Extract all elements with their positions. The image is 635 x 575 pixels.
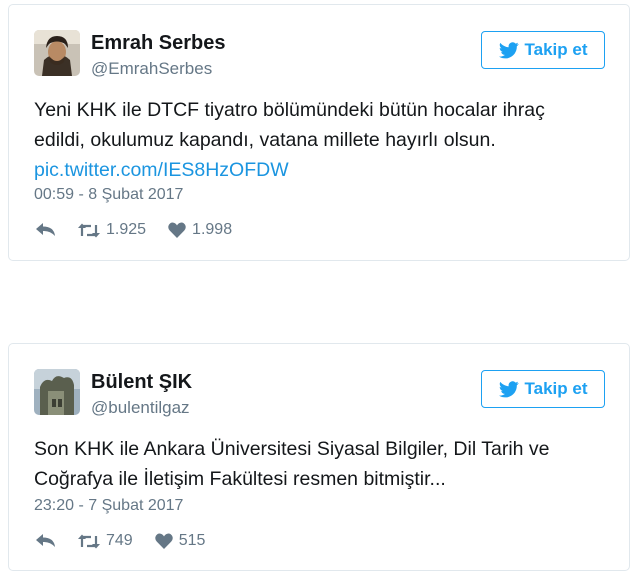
follow-button[interactable]: Takip et <box>481 370 605 408</box>
follow-label: Takip et <box>524 379 588 398</box>
tweet-card[interactable]: Bülent ŞIK @bulentilgaz Takip et Son KHK… <box>8 343 630 571</box>
retweet-button[interactable]: 1.925 <box>78 221 146 239</box>
user-handle[interactable]: @EmrahSerbes <box>91 59 212 79</box>
follow-button[interactable]: Takip et <box>481 31 605 69</box>
reply-icon <box>36 223 55 236</box>
retweet-icon <box>78 223 100 237</box>
display-name[interactable]: Emrah Serbes <box>91 32 226 55</box>
reply-icon <box>36 534 55 547</box>
like-button[interactable]: 515 <box>154 532 206 550</box>
follow-label: Takip et <box>524 40 588 59</box>
tweet-timestamp[interactable]: 00:59 - 8 Şubat 2017 <box>34 186 183 204</box>
heart-icon <box>154 533 173 549</box>
retweet-icon <box>78 534 100 548</box>
tweet-text-line: edildi, okulumuz kapandı, vatana millete… <box>34 129 496 151</box>
retweet-button[interactable]: 749 <box>78 532 133 550</box>
twitter-bird-icon <box>498 380 519 397</box>
tweet-timestamp[interactable]: 23:20 - 7 Şubat 2017 <box>34 497 183 515</box>
tweet-text-line: Yeni KHK ile DTCF tiyatro bölümündeki bü… <box>34 99 545 121</box>
tweet-text: Yeni KHK ile DTCF tiyatro bölümündeki bü… <box>34 95 604 185</box>
tweet-text-line: Coğrafya ile İletişim Fakültesi resmen b… <box>34 468 446 490</box>
tweet-card[interactable]: Emrah Serbes @EmrahSerbes Takip et Yeni … <box>8 4 630 261</box>
twitter-bird-icon <box>498 41 519 58</box>
avatar[interactable] <box>34 369 80 415</box>
reply-button[interactable] <box>36 223 56 237</box>
tweet-actions: 749 515 <box>36 532 227 550</box>
heart-icon <box>168 222 186 238</box>
user-handle[interactable]: @bulentilgaz <box>91 398 190 418</box>
tweet-text-line: Son KHK ile Ankara Üniversitesi Siyasal … <box>34 438 550 460</box>
display-name[interactable]: Bülent ŞIK <box>91 371 192 394</box>
tweet-media-link[interactable]: pic.twitter.com/IES8HzOFDW <box>34 159 289 181</box>
like-button[interactable]: 1.998 <box>168 221 232 239</box>
avatar[interactable] <box>34 30 80 76</box>
reply-button[interactable] <box>36 534 56 548</box>
tweet-actions: 1.925 1.998 <box>36 221 254 239</box>
retweet-count: 1.925 <box>106 221 147 238</box>
retweet-count: 749 <box>106 532 133 549</box>
like-count: 515 <box>178 532 206 549</box>
tweet-text: Son KHK ile Ankara Üniversitesi Siyasal … <box>34 434 604 494</box>
like-count: 1.998 <box>192 221 233 238</box>
